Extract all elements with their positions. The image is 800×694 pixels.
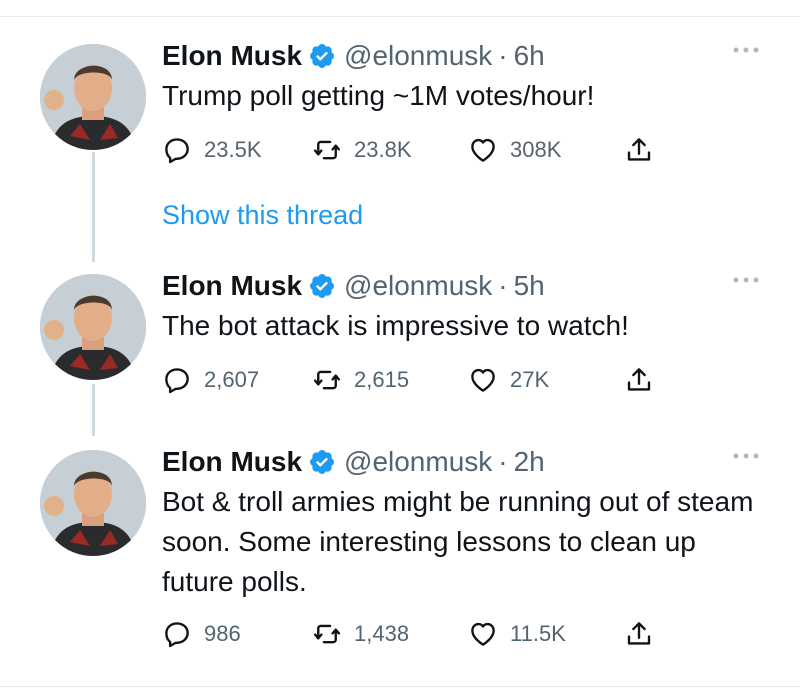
retweet-button[interactable]: 1,438 <box>312 616 409 652</box>
tweet-actions: 2,607 2,615 27K <box>162 362 682 398</box>
tweet-2[interactable]: Elon Musk @elonmusk · 5h The bot attack … <box>0 264 800 424</box>
separator: · <box>498 270 508 301</box>
like-icon <box>471 138 495 162</box>
separator: · <box>498 40 508 71</box>
reply-icon <box>165 138 189 164</box>
like-button[interactable]: 308K <box>468 132 561 168</box>
retweet-count: 1,438 <box>354 621 410 646</box>
like-count: 11.5K <box>510 621 566 646</box>
bottom-divider <box>0 686 800 687</box>
avatar[interactable] <box>40 44 146 150</box>
author-handle[interactable]: @elonmusk <box>344 40 492 72</box>
like-icon <box>471 622 495 646</box>
like-button[interactable]: 27K <box>468 362 549 398</box>
retweet-count: 2,615 <box>354 367 410 392</box>
tweet-text: Bot & troll armies might be running out … <box>162 486 754 597</box>
like-count: 27K <box>510 367 550 392</box>
retweet-icon <box>313 140 341 160</box>
verified-badge-icon <box>308 448 336 476</box>
avatar[interactable] <box>40 450 146 556</box>
more-icon[interactable] <box>728 446 764 466</box>
like-icon <box>471 368 495 392</box>
timestamp[interactable]: 2h <box>514 446 545 478</box>
tweet-text: The bot attack is impressive to watch! <box>162 310 629 341</box>
author-handle[interactable]: @elonmusk <box>344 270 492 302</box>
author-name[interactable]: Elon Musk <box>162 40 302 72</box>
reply-icon <box>165 368 189 394</box>
reply-count: 2,607 <box>204 367 260 392</box>
tweet-actions: 23.5K 23.8K 308K <box>162 132 682 168</box>
tweet-1[interactable]: Elon Musk @elonmusk · 6h Trump poll gett… <box>0 34 800 234</box>
retweet-count: 23.8K <box>354 137 412 162</box>
tweet-3[interactable]: Elon Musk @elonmusk · 2h Bot & troll arm… <box>0 440 800 680</box>
tweet-text: Trump poll getting ~1M votes/hour! <box>162 80 595 111</box>
retweet-icon <box>313 624 341 644</box>
timestamp[interactable]: 5h <box>514 270 545 302</box>
verified-badge-icon <box>308 272 336 300</box>
retweet-icon <box>313 370 341 390</box>
show-thread-link[interactable]: Show this thread <box>162 200 363 231</box>
reply-icon <box>165 622 189 648</box>
share-icon <box>627 622 651 645</box>
reply-button[interactable]: 23.5K <box>162 132 262 168</box>
share-icon <box>627 368 651 391</box>
reply-button[interactable]: 2,607 <box>162 362 259 398</box>
verified-badge-icon <box>308 42 336 70</box>
author-name[interactable]: Elon Musk <box>162 270 302 302</box>
like-count: 308K <box>510 137 562 162</box>
share-icon <box>627 138 651 161</box>
author-handle[interactable]: @elonmusk <box>344 446 492 478</box>
reply-button[interactable]: 986 <box>162 616 241 652</box>
more-icon[interactable] <box>728 270 764 290</box>
timestamp[interactable]: 6h <box>514 40 545 72</box>
reply-count: 986 <box>204 621 241 646</box>
top-divider <box>0 16 800 17</box>
retweet-button[interactable]: 2,615 <box>312 362 409 398</box>
like-button[interactable]: 11.5K <box>468 616 566 652</box>
share-button[interactable] <box>624 616 654 652</box>
share-button[interactable] <box>624 362 654 398</box>
avatar[interactable] <box>40 274 146 380</box>
tweet-actions: 986 1,438 11.5K <box>162 616 682 652</box>
author-name[interactable]: Elon Musk <box>162 446 302 478</box>
share-button[interactable] <box>624 132 654 168</box>
reply-count: 23.5K <box>204 137 262 162</box>
retweet-button[interactable]: 23.8K <box>312 132 412 168</box>
separator: · <box>498 446 508 477</box>
more-icon[interactable] <box>728 40 764 60</box>
